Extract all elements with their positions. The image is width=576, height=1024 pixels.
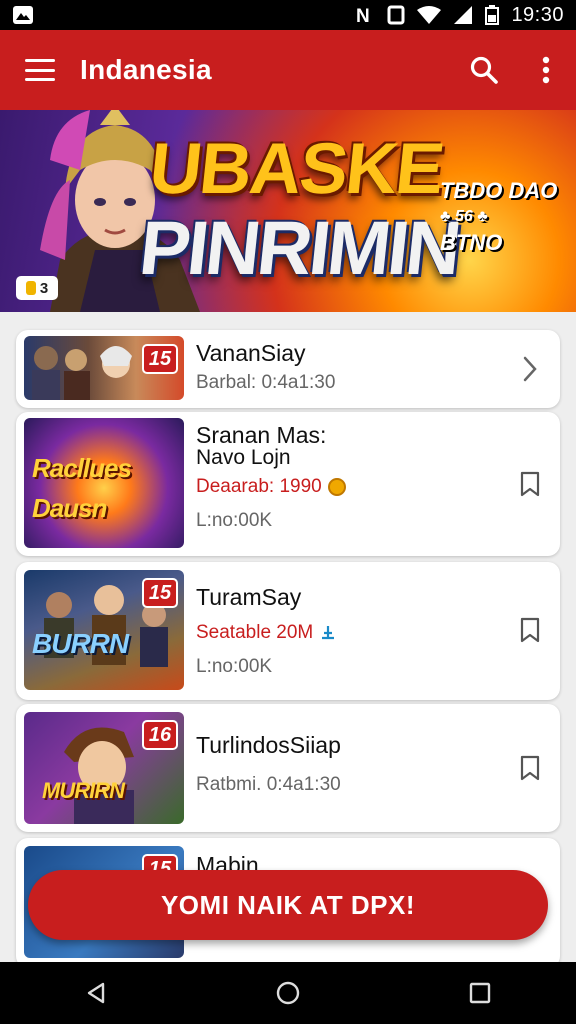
bookmark-button[interactable] [510,610,550,650]
game-thumbnail: 16 MURIRN [24,712,184,824]
banner-title-line1: UBASKE [145,129,447,209]
card-meta: Barbal: 0:4a1:30 [196,372,336,393]
bookmark-button[interactable] [510,748,550,788]
thumbnail-title: MURIRN [42,778,125,803]
search-icon [470,56,498,84]
banner-title-line2: PINRIMIN [135,206,463,291]
game-thumbnail: Racllues Dausn [24,418,184,548]
app-bar: Indanesia [0,30,576,110]
hamburger-icon [25,59,55,81]
card-highlight-text: Deaarab: 1990 [196,476,322,497]
trend-icon [322,626,335,640]
system-nav-bar [0,962,576,1024]
list-item[interactable]: 15 BURRN TuramSay Seatable 20M L:no:00K [16,562,560,700]
nfc-icon: N [356,6,370,25]
back-button[interactable] [66,963,126,1023]
banner-side-line1: TBDO DAO [440,178,558,203]
home-circle-icon [276,981,300,1005]
banner-badge: 3 [16,276,58,300]
recents-button[interactable] [450,963,510,1023]
card-highlight: Deaarab: 1990 [196,476,346,498]
vibrate-icon [387,5,405,25]
status-time: 19:30 [511,3,564,26]
bookmark-icon [520,617,540,643]
card-subtitle: Navo Lojn [196,446,291,469]
signal-icon [454,6,473,24]
thumbnail-rank-badge: 16 [142,720,178,750]
card-meta: L:no:00K [196,510,273,531]
card-meta: Ratbmi. 0:4a1:30 [196,774,341,795]
open-button[interactable] [510,349,550,389]
card-title: Sranan Mas: [196,422,327,448]
card-meta: L:no:00K [196,656,273,677]
banner-side-line2: ♣ 56 ♣ [440,208,488,225]
coin-icon [327,478,346,496]
card-title: TurlindosSiiap [196,732,341,758]
list-item[interactable]: 16 MURIRN TurlindosSiiap Ratbmi. 0:4a1:3… [16,704,560,832]
thumbnail-title: BURRN [32,628,129,659]
home-button[interactable] [258,963,318,1023]
banner-badge-text: 3 [39,279,49,297]
game-thumbnail: 15 BURRN [24,570,184,690]
promo-banner[interactable]: UBASKE PINRIMIN TBDO DAO ♣ 56 ♣ BTNO 3 [0,110,576,312]
card-title: TuramSay [196,584,302,610]
thumbnail-title: Racllues Dausn [32,453,132,523]
bookmark-icon [520,471,540,497]
wifi-icon [417,6,442,24]
banner-side-text: TBDO DAO ♣ 56 ♣ BTNO [440,178,557,256]
status-bar: N 19:30 [0,0,576,30]
card-highlight-text: Seatable 20M [196,622,314,643]
chevron-right-icon [523,356,537,382]
thumbnail-rank-badge: 15 [142,578,178,608]
more-options-button[interactable] [516,30,576,110]
card-highlight: Seatable 20M [196,622,337,644]
coin-icon [25,281,36,295]
list-item[interactable]: 15 VananSiay Barbal: 0:4a1:30 [16,330,560,408]
search-button[interactable] [452,30,516,110]
menu-button[interactable] [0,30,80,110]
svg-text:N: N [356,6,370,25]
more-vertical-icon [542,56,550,84]
card-title: VananSiay [196,340,306,366]
back-triangle-icon [87,982,105,1004]
game-thumbnail: 15 [24,336,184,400]
thumbnail-rank-badge: 15 [142,344,178,374]
recents-square-icon [469,982,491,1004]
bookmark-button[interactable] [510,464,550,504]
banner-side-line3: BTNO [440,230,503,255]
bookmark-icon [520,755,540,781]
cta-button[interactable]: YOMI NAIK AT DPX! [28,870,548,940]
game-list: 15 VananSiay Barbal: 0:4a1:30 Racllues D… [0,312,576,962]
notification-icon [13,6,33,24]
list-item[interactable]: Racllues Dausn Sranan Mas: Navo Lojn Dea… [16,412,560,556]
page-title: Indanesia [80,54,212,85]
battery-icon [485,5,500,25]
